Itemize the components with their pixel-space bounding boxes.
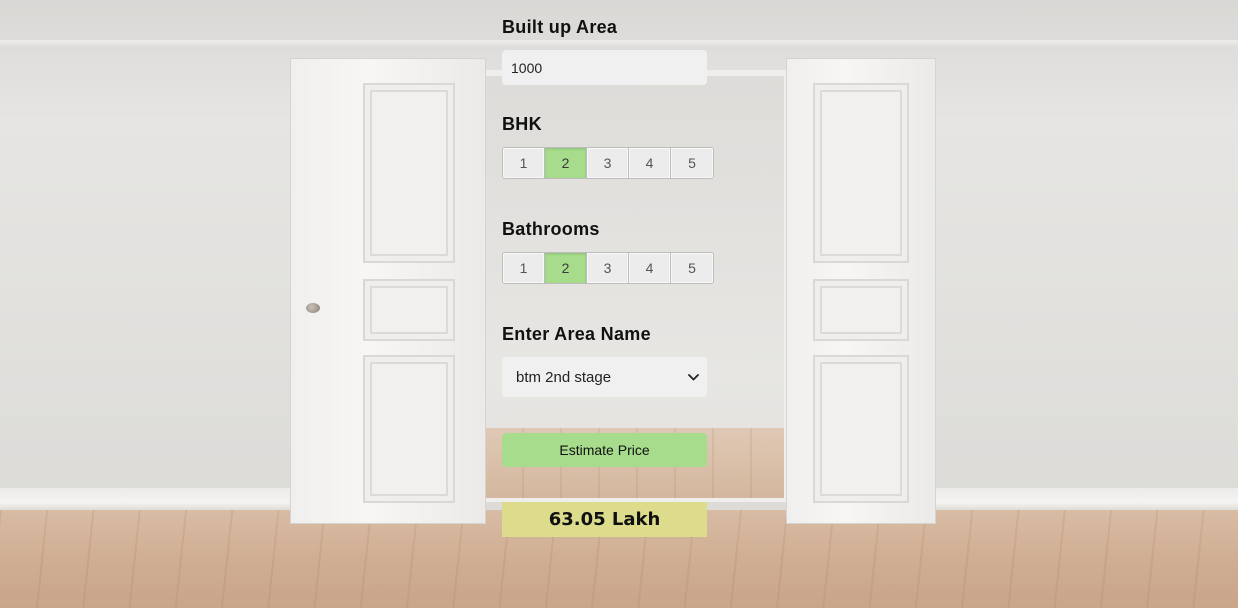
bhk-option[interactable]: 5	[671, 148, 713, 178]
bathrooms-option[interactable]: 4	[629, 253, 671, 283]
baseboard	[0, 488, 296, 512]
bathrooms-option[interactable]: 3	[587, 253, 629, 283]
door-knob	[306, 303, 320, 313]
door-panel	[363, 83, 455, 263]
door-panel	[813, 279, 909, 341]
right-door	[786, 58, 936, 524]
bhk-label: BHK	[502, 114, 542, 134]
door-panel	[813, 355, 909, 503]
bathrooms-switch: 1 2 3 4 5	[502, 252, 714, 284]
estimated-price-result: 63.05 Lakh	[502, 502, 707, 537]
bhk-switch: 1 2 3 4 5	[502, 147, 714, 179]
location-label: Enter Area Name	[502, 324, 651, 344]
bathrooms-option[interactable]: 2	[545, 253, 587, 283]
area-label: Built up Area	[502, 17, 618, 37]
baseboard	[932, 488, 1238, 512]
ceiling-molding	[0, 40, 1238, 48]
door-panel	[363, 279, 455, 341]
bathrooms-option[interactable]: 5	[671, 253, 713, 283]
location-select[interactable]: btm 2nd stage	[502, 357, 707, 397]
location-select-value: btm 2nd stage	[516, 368, 612, 386]
left-door	[290, 58, 486, 524]
bathrooms-label: Bathrooms	[502, 219, 600, 239]
bhk-option[interactable]: 1	[503, 148, 545, 178]
bhk-option[interactable]: 3	[587, 148, 629, 178]
door-panel	[363, 355, 455, 503]
bathrooms-option[interactable]: 1	[503, 253, 545, 283]
bhk-option[interactable]: 4	[629, 148, 671, 178]
area-input[interactable]	[502, 50, 707, 85]
chevron-down-icon	[687, 371, 699, 383]
bhk-option[interactable]: 2	[545, 148, 587, 178]
door-panel	[813, 83, 909, 263]
estimate-price-button[interactable]: Estimate Price	[502, 433, 707, 467]
